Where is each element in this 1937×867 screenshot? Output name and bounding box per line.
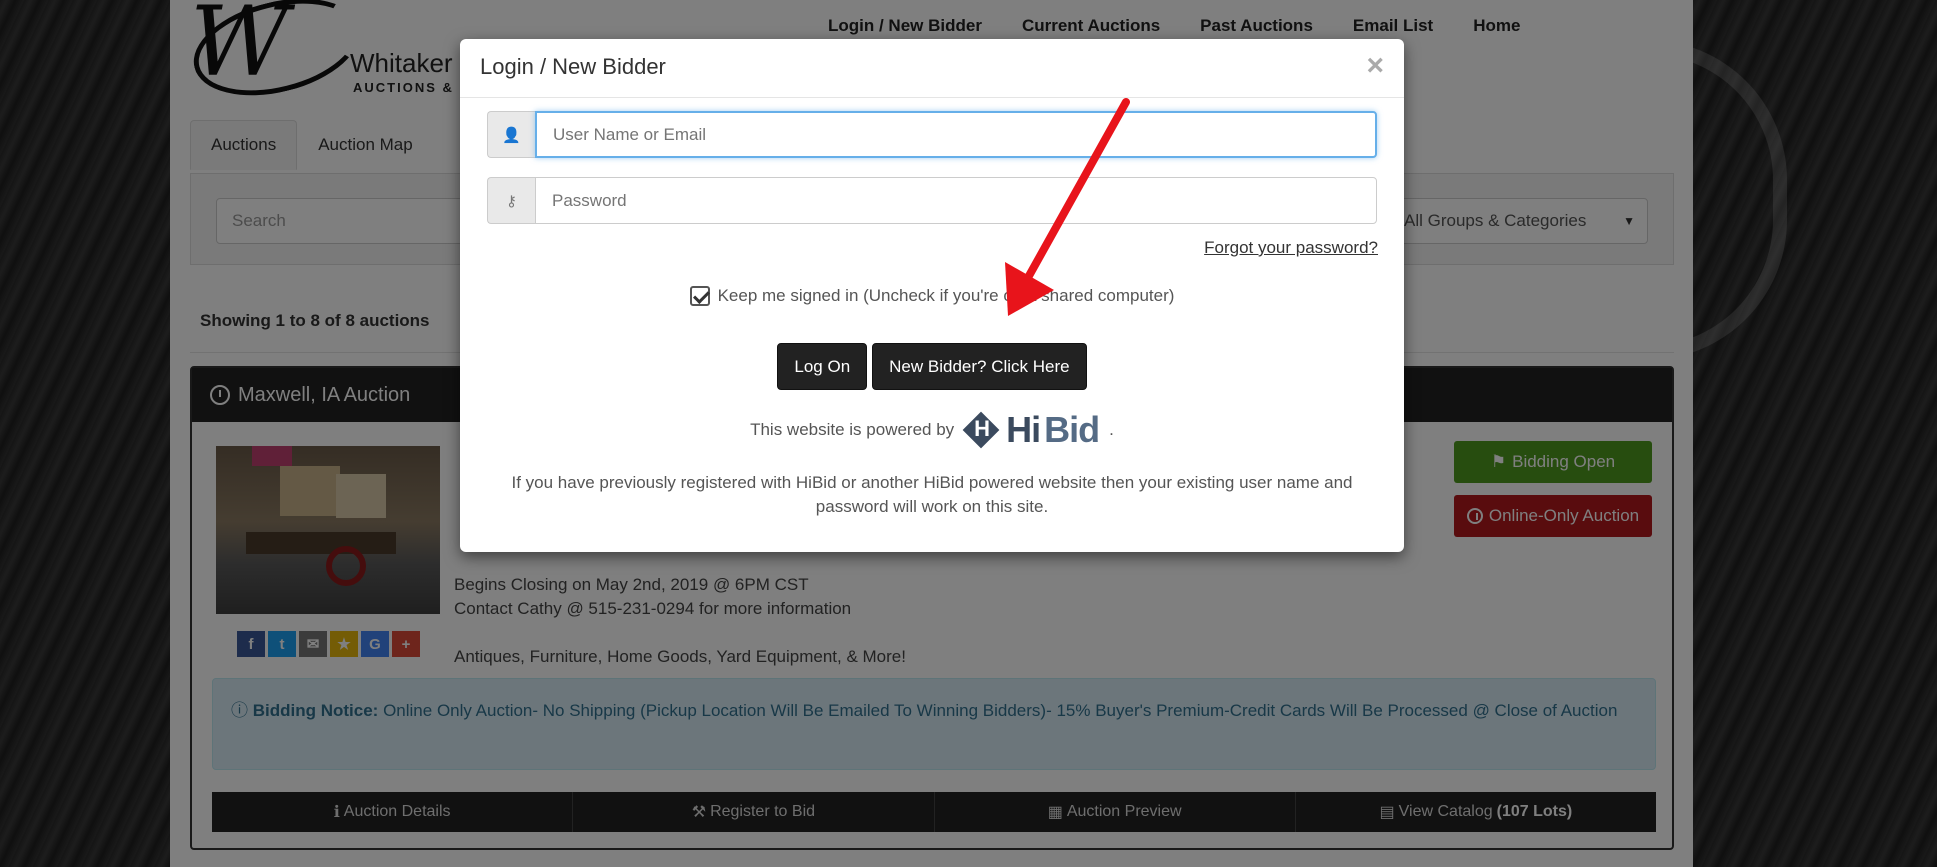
hibid-logo-icon	[964, 413, 1002, 447]
new-bidder-button[interactable]: New Bidder? Click Here	[872, 343, 1087, 390]
close-icon[interactable]: ×	[1366, 49, 1384, 83]
user-icon: 👤	[487, 111, 535, 158]
username-group: 👤	[487, 111, 1377, 158]
modal-buttons: Log On New Bidder? Click Here	[460, 343, 1404, 390]
login-modal: Login / New Bidder × 👤 ⚷ Forgot your pas…	[460, 39, 1404, 552]
modal-title: Login / New Bidder	[480, 54, 666, 79]
keep-signed-in: Keep me signed in (Uncheck if you're on …	[460, 286, 1404, 306]
password-input[interactable]	[535, 177, 1377, 224]
powered-by-suffix: .	[1109, 420, 1114, 439]
key-icon: ⚷	[487, 177, 535, 224]
powered-by: This website is powered by HiBid .	[460, 409, 1404, 451]
username-input[interactable]	[535, 111, 1377, 158]
keep-signed-in-checkbox[interactable]	[689, 286, 710, 306]
hibid-logo-bid: Bid	[1044, 409, 1100, 450]
powered-by-label: This website is powered by	[750, 420, 955, 439]
registration-info: If you have previously registered with H…	[511, 473, 1353, 516]
hibid-logo[interactable]: HiBid	[964, 409, 1100, 451]
forgot-password-link[interactable]: Forgot your password?	[1204, 238, 1378, 258]
password-group: ⚷	[487, 177, 1377, 224]
log-on-button[interactable]: Log On	[777, 343, 868, 390]
hibid-logo-hi: Hi	[1006, 409, 1041, 450]
modal-header: Login / New Bidder ×	[460, 39, 1404, 98]
keep-signed-in-label[interactable]: Keep me signed in (Uncheck if you're on …	[718, 286, 1175, 306]
